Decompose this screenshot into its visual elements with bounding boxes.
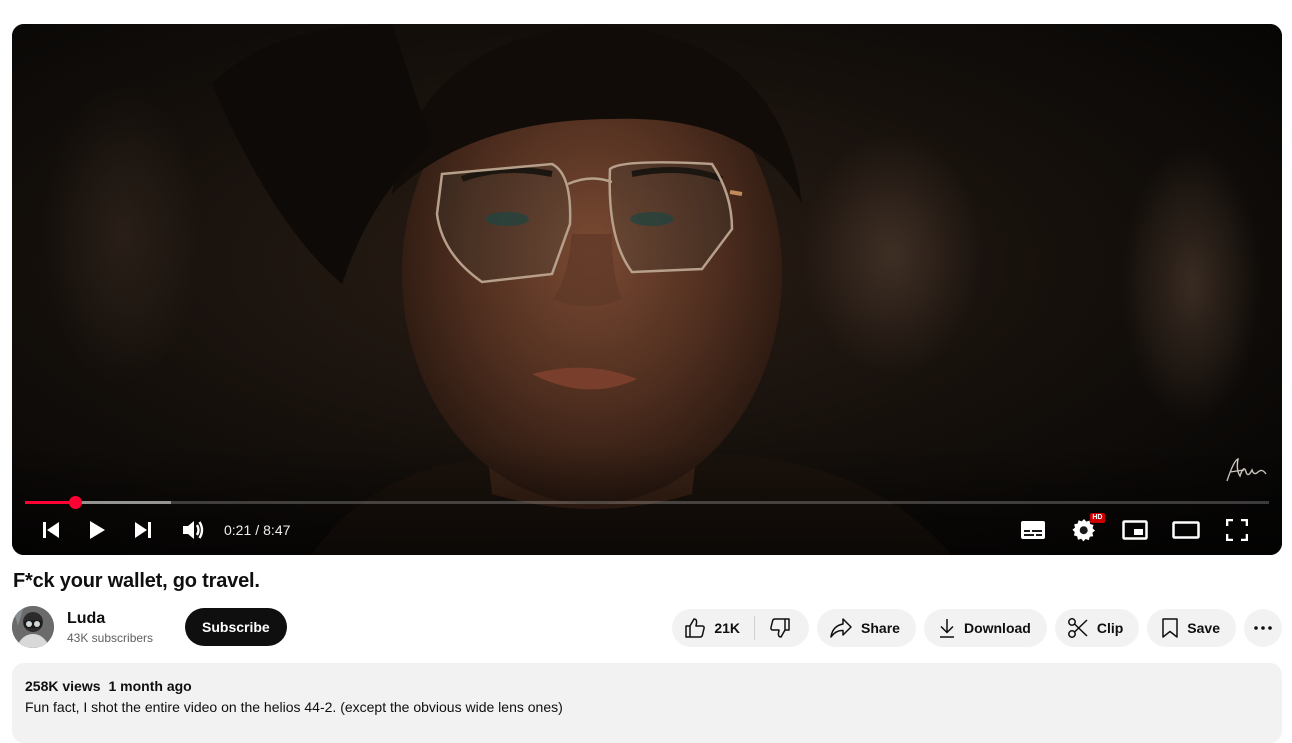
more-actions-button[interactable] <box>1244 609 1282 647</box>
clip-label: Clip <box>1096 620 1124 636</box>
share-icon <box>830 618 852 638</box>
channel-owner: Luda 43K subscribers Subscribe <box>12 606 287 648</box>
progress-scrubber[interactable] <box>68 496 82 509</box>
volume-button[interactable] <box>174 514 212 546</box>
previous-button[interactable] <box>32 514 70 546</box>
fullscreen-icon <box>1225 519 1248 541</box>
description-box[interactable]: 258K views 1 month ago Fun fact, I shot t… <box>12 663 1282 743</box>
like-button[interactable]: 21K <box>672 609 754 647</box>
channel-name[interactable]: Luda <box>67 608 177 630</box>
upload-date: 1 month ago <box>108 678 192 694</box>
like-dislike-group: 21K <box>672 609 810 647</box>
play-icon <box>90 521 105 539</box>
like-count: 21K <box>714 620 741 636</box>
clip-icon <box>1067 618 1088 638</box>
previous-icon <box>43 522 59 538</box>
clip-button[interactable]: Clip <box>1054 609 1140 647</box>
subscriber-count: 43K subscribers <box>67 631 154 645</box>
save-icon <box>1162 618 1179 638</box>
volume-icon <box>183 521 204 539</box>
settings-button[interactable]: HD <box>1058 513 1109 546</box>
miniplayer-icon <box>1121 520 1148 540</box>
video-title: F*ck your wallet, go travel. <box>13 570 260 592</box>
current-time: 0:21 <box>224 522 252 538</box>
next-icon <box>135 522 151 538</box>
download-label: Download <box>963 620 1031 636</box>
time-display: 0:21/8:47 <box>224 522 290 538</box>
player-controls: 0:21/8:47 HD <box>32 513 1262 546</box>
view-count: 258K views <box>25 678 101 694</box>
share-label: Share <box>861 620 900 636</box>
download-button[interactable]: Download <box>923 609 1047 647</box>
theater-icon <box>1171 521 1200 539</box>
next-button[interactable] <box>124 514 162 546</box>
hd-badge: HD <box>1090 513 1105 523</box>
like-icon <box>685 618 706 638</box>
subtitles-icon <box>1020 521 1045 539</box>
avatar[interactable] <box>12 606 54 648</box>
channel-info: Luda 43K subscribers <box>67 608 177 646</box>
dislike-button[interactable] <box>755 609 809 647</box>
description-meta: 258K views 1 month ago <box>25 677 1269 695</box>
subscribe-button[interactable]: Subscribe <box>185 608 287 646</box>
share-button[interactable]: Share <box>817 609 916 647</box>
progress-bar[interactable] <box>25 496 1269 509</box>
theater-mode-button[interactable] <box>1160 514 1211 546</box>
video-actions: 21K Share Download Clip Save <box>672 609 1282 647</box>
progress-played <box>25 501 75 504</box>
download-icon <box>939 619 954 638</box>
miniplayer-button[interactable] <box>1109 514 1160 546</box>
duration: 8:47 <box>263 522 291 538</box>
dislike-icon <box>770 618 790 638</box>
time-separator: / <box>255 522 260 538</box>
save-label: Save <box>1187 620 1220 636</box>
more-icon <box>1254 626 1272 630</box>
avatar-image <box>12 606 54 648</box>
subtitles-button[interactable] <box>1007 514 1058 546</box>
description-text: Fun fact, I shot the entire video on the… <box>25 699 563 715</box>
play-button[interactable] <box>78 514 116 546</box>
fullscreen-button[interactable] <box>1211 514 1262 546</box>
save-button[interactable]: Save <box>1147 609 1236 647</box>
video-player[interactable]: 0:21/8:47 HD <box>12 24 1282 555</box>
